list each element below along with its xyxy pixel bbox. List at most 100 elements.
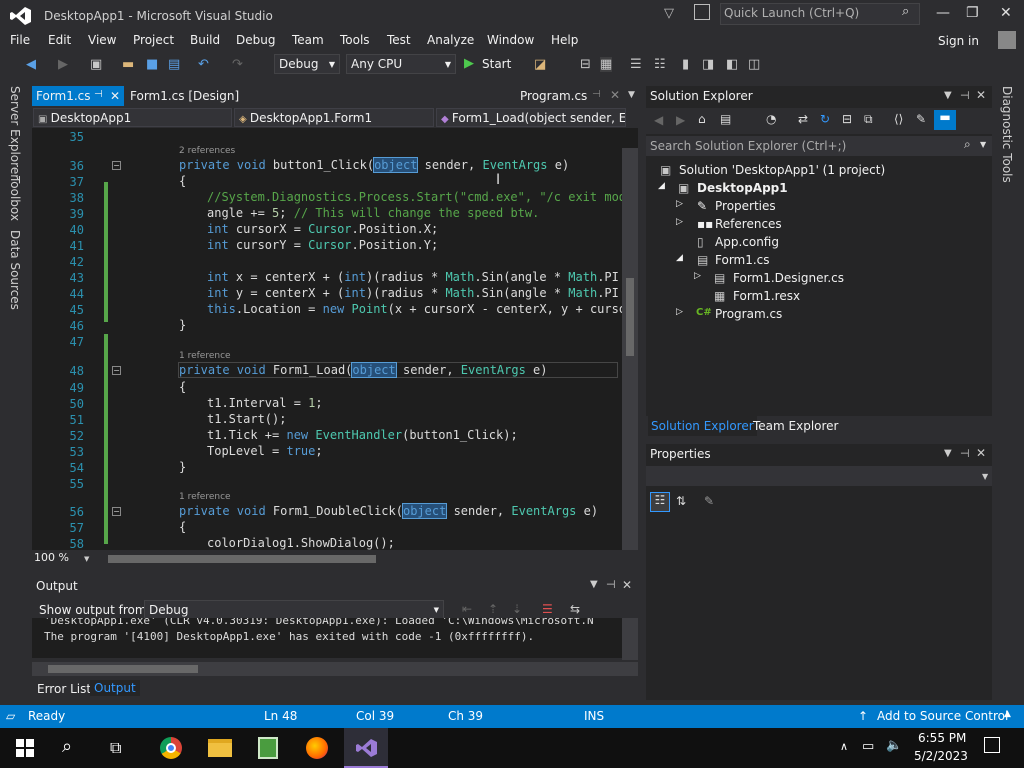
collapse-icon[interactable]: −	[112, 507, 121, 516]
feedback-icon[interactable]: ▽	[664, 6, 674, 21]
minimize-icon[interactable]: —	[936, 5, 950, 21]
new-project-icon[interactable]: ▣	[90, 57, 102, 72]
output-scroll-thumb[interactable]	[48, 665, 198, 673]
windows-start-icon[interactable]	[16, 739, 34, 757]
show-hidden-icons[interactable]: ∧	[840, 740, 848, 753]
close-tab-icon[interactable]: ✕	[610, 88, 620, 102]
sign-in-link[interactable]: Sign in	[938, 34, 979, 48]
chrome-icon[interactable]	[160, 737, 182, 759]
property-pages-icon[interactable]: ✎	[704, 494, 714, 508]
tree-item-program-cs[interactable]: Program.cs	[715, 307, 782, 321]
start-icon[interactable]: ▶	[464, 56, 474, 71]
tree-item-form1-cs[interactable]: Form1.cs	[715, 253, 770, 267]
pending-changes-icon[interactable]: ◔	[766, 112, 776, 126]
tree-item-form1-resx[interactable]: Form1.resx	[733, 289, 800, 303]
open-file-icon[interactable]: ▬	[122, 57, 134, 72]
switch-views-icon[interactable]: ▤	[720, 112, 731, 126]
sync-icon[interactable]: ⇄	[798, 112, 808, 126]
navigate-back-icon[interactable]: ◀	[26, 57, 36, 72]
properties-wrench-icon[interactable]: ✎	[916, 112, 926, 126]
scrollbar-thumb[interactable]	[626, 278, 634, 356]
clock-time[interactable]: 6:55 PM	[918, 731, 966, 745]
code-editor[interactable]: Ι 35 2 references 36 − private void butt…	[32, 128, 638, 550]
prev-bookmark-icon[interactable]: ◨	[702, 57, 714, 72]
tree-item-form1-designer[interactable]: Form1.Designer.cs	[733, 271, 844, 285]
dropdown-icon[interactable]: ▼	[944, 448, 952, 459]
task-view-icon[interactable]: ⧉	[110, 738, 121, 758]
chevron-down-icon[interactable]: ▼	[980, 140, 986, 149]
zoom-level[interactable]: 100 %	[34, 551, 69, 564]
notifications-icon[interactable]	[694, 4, 710, 20]
refresh-icon[interactable]: ↻	[820, 112, 830, 126]
comment-icon[interactable]: ☰	[630, 57, 642, 72]
diagnostic-tools-tab[interactable]: Diagnostic Tools	[1000, 86, 1014, 183]
search-icon[interactable]: ⌕	[964, 137, 971, 152]
redo-icon[interactable]: ↷	[232, 57, 243, 72]
pin-icon[interactable]: ⊣	[960, 447, 970, 460]
back-icon[interactable]: ◀	[654, 113, 663, 127]
solution-config-dropdown[interactable]: Debug ▼	[274, 54, 340, 74]
alphabetical-icon[interactable]: ⇅	[676, 494, 686, 508]
save-all-icon[interactable]: ▤	[168, 57, 180, 72]
output-text-area[interactable]: 'DesktopApp1.exe' (CLR v4.0.30319: Deskt…	[32, 618, 622, 658]
volume-icon[interactable]: 🔈	[886, 738, 902, 753]
horizontal-scroll-thumb[interactable]	[108, 555, 376, 563]
expanded-icon[interactable]: ◢	[676, 253, 683, 263]
tree-item-references[interactable]: References	[715, 217, 782, 231]
categorized-icon[interactable]: ☷	[650, 492, 670, 512]
tab-form1-cs[interactable]: Form1.cs ⊣ ✕	[32, 86, 124, 106]
tab-program-cs[interactable]: Program.cs	[516, 86, 591, 106]
member-dropdown[interactable]: ◆ Form1_Load(object sender, Eve	[436, 108, 626, 127]
search-icon[interactable]: ⌕	[62, 736, 72, 757]
start-button[interactable]: Start	[482, 57, 511, 71]
tab-form1-design[interactable]: Form1.cs [Design]	[126, 86, 243, 106]
collapsed-icon[interactable]: ▷	[694, 271, 701, 281]
menu-edit[interactable]: Edit	[48, 33, 71, 47]
pin-icon[interactable]: ⊣	[960, 89, 970, 102]
menu-team[interactable]: Team	[292, 33, 324, 47]
tab-output[interactable]: Output	[90, 680, 140, 696]
close-tab-icon[interactable]: ✕	[110, 89, 120, 103]
undo-icon[interactable]: ↶	[198, 57, 209, 72]
clock-date[interactable]: 5/2/2023	[914, 749, 968, 763]
next-bookmark-icon[interactable]: ◧	[726, 57, 738, 72]
preview-icon[interactable]: ▬	[934, 110, 956, 130]
codelens-references[interactable]: 2 references	[179, 146, 235, 156]
toolbox-tab[interactable]: Toolbox	[8, 176, 22, 221]
menu-view[interactable]: View	[88, 33, 116, 47]
menu-analyze[interactable]: Analyze	[427, 33, 474, 47]
firefox-icon[interactable]	[306, 737, 328, 759]
notepad-plus-icon[interactable]	[258, 737, 278, 759]
menu-debug[interactable]: Debug	[236, 33, 275, 47]
dropdown-icon[interactable]: ▼	[944, 90, 952, 101]
navigate-forward-icon[interactable]: ▶	[58, 57, 68, 72]
properties-toggle-icon[interactable]: ▦	[600, 57, 613, 72]
restore-icon[interactable]: ❐	[966, 5, 979, 21]
tab-dropdown-icon[interactable]: ▼	[628, 90, 635, 100]
word-wrap-icon[interactable]: ⇆	[570, 602, 580, 616]
project-dropdown[interactable]: ▣ DesktopApp1	[33, 108, 232, 127]
data-sources-tab[interactable]: Data Sources	[8, 230, 22, 310]
chevron-down-icon[interactable]: ▼	[84, 555, 89, 563]
add-to-source-control[interactable]: Add to Source Control	[877, 709, 1008, 723]
tab-team-explorer[interactable]: Team Explorer	[753, 419, 839, 433]
account-avatar-icon[interactable]	[998, 31, 1016, 49]
close-icon[interactable]: ✕	[1000, 5, 1012, 21]
save-icon[interactable]: ■	[146, 57, 158, 72]
search-icon[interactable]: ⌕	[902, 4, 909, 19]
next-message-icon[interactable]: ⇣	[512, 602, 522, 616]
tree-item-app-config[interactable]: App.config	[715, 235, 779, 249]
tab-solution-explorer[interactable]: Solution Explorer	[648, 416, 757, 436]
collapse-icon[interactable]: −	[112, 161, 121, 170]
platform-dropdown[interactable]: Any CPU ▼	[346, 54, 456, 74]
menu-tools[interactable]: Tools	[340, 33, 370, 47]
bookmark-icon[interactable]: ▮	[682, 57, 689, 72]
dropdown-icon[interactable]: ▼	[590, 579, 598, 590]
codelens-references[interactable]: 1 reference	[179, 351, 231, 361]
notifications-icon[interactable]	[984, 737, 1000, 753]
tree-item-properties[interactable]: Properties	[715, 199, 776, 213]
collapsed-icon[interactable]: ▷	[676, 307, 683, 317]
pin-icon[interactable]: ⊣	[94, 89, 103, 100]
clear-all-icon[interactable]: ☰	[542, 602, 553, 616]
class-dropdown[interactable]: ◈ DesktopApp1.Form1	[234, 108, 434, 127]
